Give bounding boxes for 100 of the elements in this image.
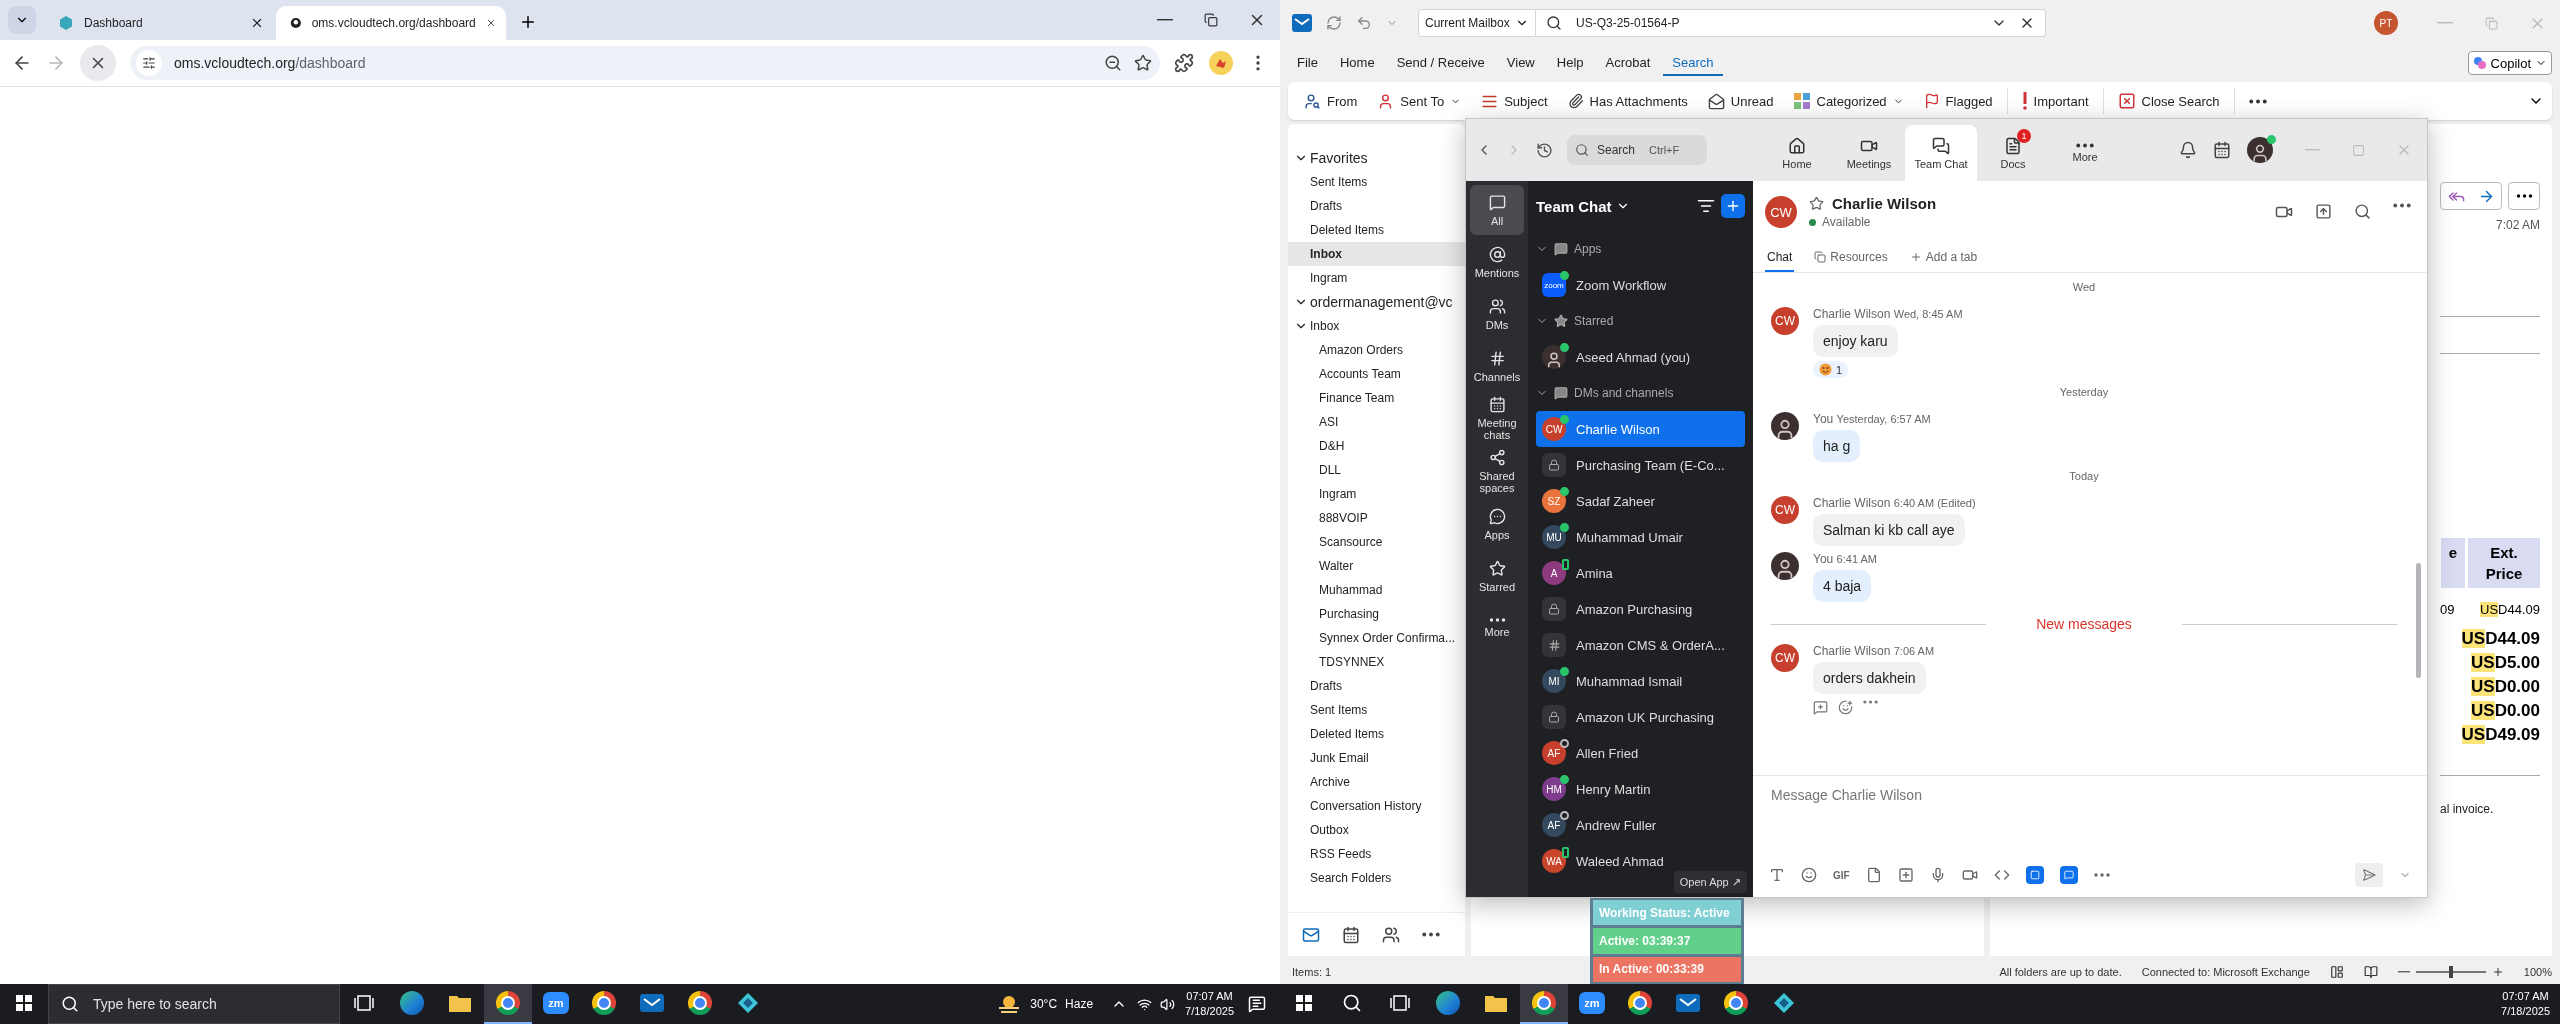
reading-view-icon[interactable] — [2363, 965, 2378, 979]
send-button[interactable] — [2355, 863, 2383, 887]
site-info-button[interactable] — [136, 50, 162, 76]
more-icon[interactable] — [2393, 203, 2411, 208]
folder-item[interactable]: Archive — [1288, 770, 1465, 794]
folder-item[interactable]: Sent Items — [1288, 170, 1465, 194]
zoom-in-icon[interactable] — [2491, 966, 2504, 978]
more-icon[interactable] — [2093, 873, 2110, 877]
nav-tab[interactable]: Home — [1761, 125, 1833, 181]
filter-button[interactable]: Has Attachments — [1559, 86, 1696, 116]
nav-tab[interactable]: Team Chat — [1905, 125, 1977, 181]
filter-button[interactable]: Flagged — [1915, 86, 2001, 116]
chat-list-item[interactable]: CW Charlie Wilson — [1536, 411, 1745, 447]
folder-item[interactable]: Synnex Order Confirma... — [1288, 626, 1465, 650]
rail-item[interactable]: More — [1470, 603, 1524, 653]
nav-tab[interactable]: Meetings — [1833, 125, 1905, 181]
notifications-icon[interactable] — [1248, 995, 1266, 1013]
slider-thumb[interactable] — [2448, 966, 2453, 978]
mail-icon[interactable] — [1302, 925, 1320, 944]
new-chat-button[interactable] — [1721, 194, 1745, 218]
section-header[interactable]: Apps — [1528, 231, 1753, 267]
menu-tab[interactable]: Search — [1663, 50, 1723, 76]
volume-icon[interactable] — [1160, 996, 1176, 1012]
browser-tab[interactable]: Dashboard — [44, 6, 274, 40]
extensions-icon[interactable] — [1174, 53, 1194, 73]
sync-icon[interactable] — [1326, 15, 1342, 31]
address-bar[interactable]: oms.vcloudtech.org/dashboard — [130, 46, 1160, 80]
rail-item[interactable]: Starred — [1470, 551, 1524, 601]
folder-item[interactable]: Conversation History — [1288, 794, 1465, 818]
folder-item[interactable]: Inbox — [1288, 314, 1465, 338]
folder-item[interactable]: Drafts — [1288, 674, 1465, 698]
folder-item[interactable]: Finance Team — [1288, 386, 1465, 410]
filter-icon[interactable] — [1697, 197, 1715, 215]
chat-tab[interactable]: Resources — [1812, 243, 1890, 272]
menu-tab[interactable]: File — [1288, 50, 1327, 76]
rail-item[interactable]: Channels — [1470, 341, 1524, 391]
screenshot-icon[interactable] — [1897, 867, 1914, 883]
menu-tab[interactable]: Send / Receive — [1387, 50, 1494, 76]
folder-item[interactable]: Drafts — [1288, 194, 1465, 218]
rail-item[interactable]: Shared spaces — [1470, 446, 1524, 497]
undo-icon[interactable] — [1356, 15, 1372, 31]
open-app-button[interactable]: Open App ↗ — [1673, 871, 1747, 893]
more-icon[interactable] — [1863, 700, 1878, 704]
chat-list-item[interactable]: AF Allen Fried — [1536, 735, 1745, 771]
chat-list-item[interactable]: Amazon CMS & OrderA... — [1536, 627, 1745, 663]
folder-item[interactable]: TDSYNNEX — [1288, 650, 1465, 674]
folder-item[interactable]: Search Folders — [1288, 866, 1465, 890]
folder-item[interactable]: Walter — [1288, 554, 1465, 578]
calendar-icon[interactable] — [2213, 141, 2231, 159]
folder-item[interactable]: Ingram — [1288, 482, 1465, 506]
search-input[interactable]: Search — [1595, 142, 1643, 158]
filter-button[interactable]: Subject — [1473, 86, 1556, 116]
chat-list-item[interactable]: AF Andrew Fuller — [1536, 807, 1745, 843]
chat-tab[interactable]: Chat — [1765, 243, 1795, 272]
menu-tab[interactable]: Help — [1547, 50, 1593, 76]
rail-item[interactable]: Mentions — [1470, 237, 1524, 287]
folder-group[interactable]: Favorites — [1288, 146, 1465, 170]
search-field[interactable]: Search Ctrl+F — [1567, 135, 1707, 165]
folder-item[interactable]: ASI — [1288, 410, 1465, 434]
copilot-button[interactable]: Copilot — [2467, 51, 2552, 75]
bell-icon[interactable] — [2179, 141, 2197, 159]
menu-tab[interactable]: Acrobat — [1596, 50, 1660, 76]
chat-list-item[interactable]: Amazon UK Purchasing — [1536, 699, 1745, 735]
filter-button[interactable]: From — [1296, 86, 1366, 116]
folder-item[interactable]: Deleted Items — [1288, 722, 1465, 746]
taskbar-button[interactable] — [1520, 984, 1568, 1024]
browser-tab[interactable]: oms.vcloudtech.org/dashboard — [276, 6, 506, 40]
folder-item[interactable]: Muhammad — [1288, 578, 1465, 602]
calendar-icon[interactable] — [1342, 925, 1360, 944]
star-icon[interactable] — [1809, 196, 1824, 211]
filter-button[interactable]: Categorized — [1785, 86, 1912, 116]
search-input[interactable]: US-Q3-25-01564-P — [1574, 15, 1979, 31]
chat-tab[interactable]: Add a tab — [1907, 243, 1980, 272]
history-icon[interactable] — [1536, 141, 1553, 159]
rail-item[interactable]: Apps — [1470, 499, 1524, 549]
search-input[interactable]: Type here to search — [91, 995, 327, 1013]
chat-list-item[interactable]: SZ Sadaf Zaheer — [1536, 483, 1745, 519]
folder-group[interactable]: ordermanagement@vc — [1288, 290, 1465, 314]
folder-item[interactable]: Sent Items — [1288, 698, 1465, 722]
folder-item[interactable]: RSS Feeds — [1288, 842, 1465, 866]
nav-tab[interactable]: More — [2049, 125, 2121, 181]
app-button[interactable] — [2059, 866, 2078, 884]
profile-icon[interactable] — [1208, 50, 1234, 76]
people-icon[interactable] — [1382, 925, 1400, 944]
folder-item[interactable]: DLL — [1288, 458, 1465, 482]
folder-item[interactable]: Junk Email — [1288, 746, 1465, 770]
chat-list-item[interactable]: Amazon Purchasing — [1536, 591, 1745, 627]
code-icon[interactable] — [1993, 867, 2010, 883]
search-field[interactable]: Type here to search — [48, 984, 340, 1024]
chat-list-item[interactable]: Aseed Ahmad (you) — [1536, 339, 1745, 375]
text-format-icon[interactable] — [1769, 867, 1785, 883]
filter-button[interactable]: Important — [2013, 86, 2097, 116]
nav-tab[interactable]: Docs 1 — [1977, 125, 2049, 181]
folder-item[interactable]: Scansource — [1288, 530, 1465, 554]
normal-view-icon[interactable] — [2329, 965, 2344, 979]
folder-item[interactable]: Outbox — [1288, 818, 1465, 842]
filter-button[interactable]: Unread — [1699, 86, 1782, 116]
search-icon[interactable] — [2354, 203, 2371, 220]
folder-item[interactable]: Amazon Orders — [1288, 338, 1465, 362]
filter-button[interactable]: Sent To — [1369, 86, 1470, 116]
